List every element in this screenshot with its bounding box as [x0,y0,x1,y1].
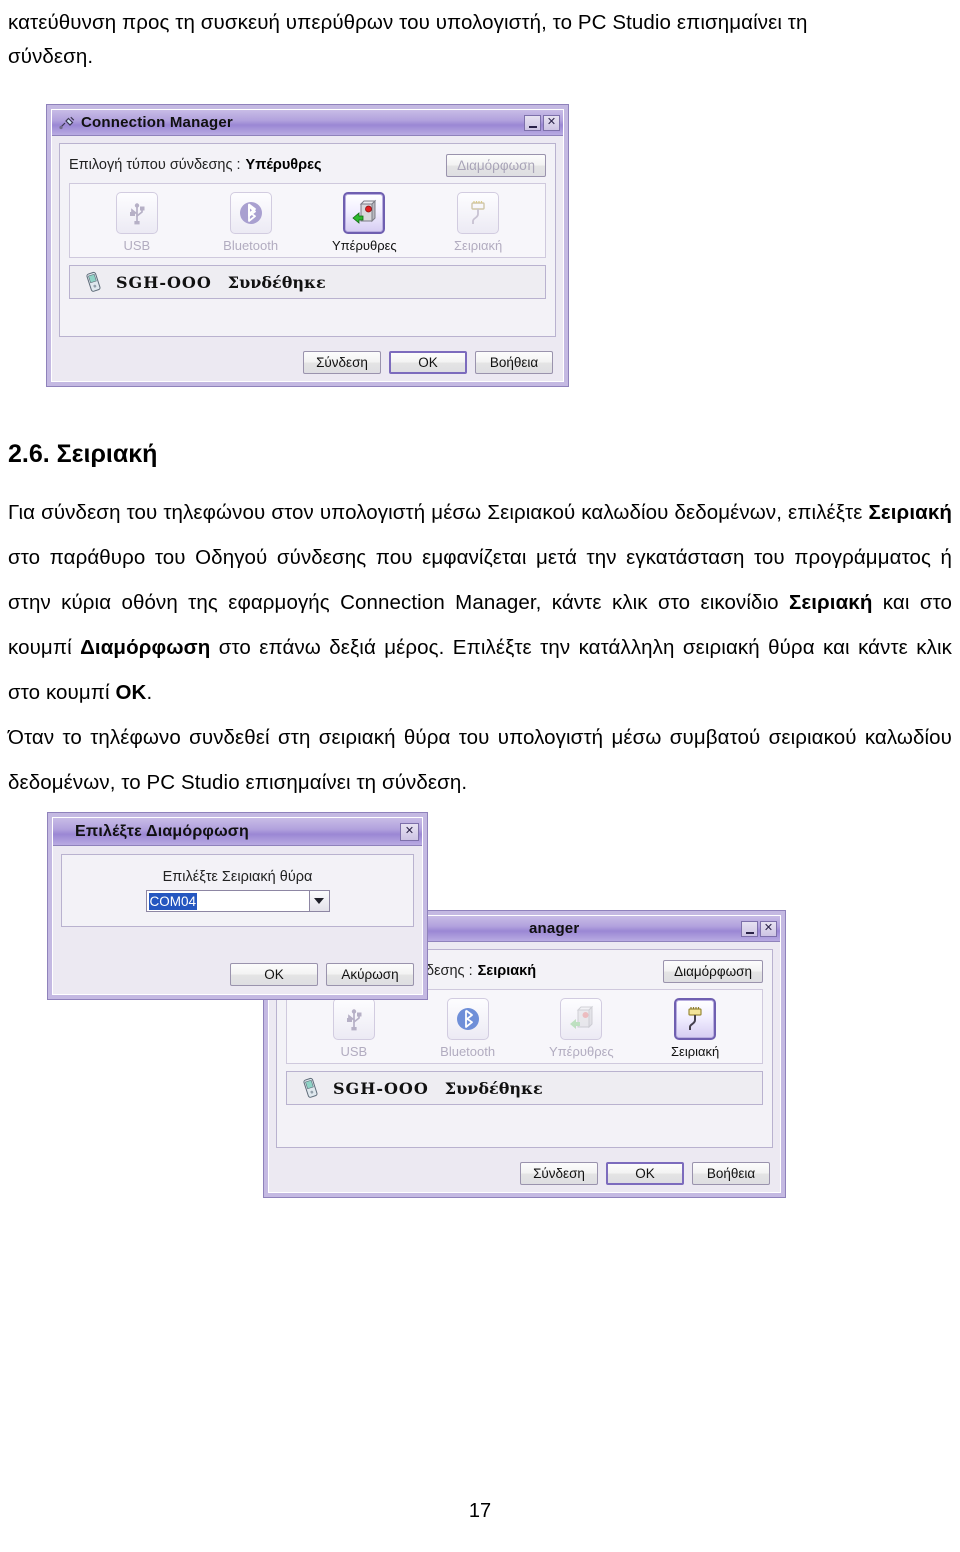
cfg-body: Επιλέξτε Σειριακή θύρα COM04 [53,846,422,957]
cm2-title: anager [529,920,580,937]
close-icon[interactable]: ✕ [400,822,419,841]
mobile-phone-icon [84,271,102,293]
help-button[interactable]: Βοήθεια [475,351,553,374]
connection-plug-icon [58,115,76,131]
cfg-title: Επιλέξτε Διαμόρφωση [75,822,249,840]
bluetooth-icon[interactable] [446,998,489,1040]
cm2-icon-cell-serial[interactable]: Σειριακή [659,998,731,1059]
document-page: κατεύθυνση προς τη συσκευή υπερύθρων του… [0,0,960,1552]
cm1-device-row[interactable]: SGH-OOO Συνδέθηκε [69,265,546,299]
infrared-icon[interactable] [343,192,386,234]
p1-bold-configure: Διαμόρφωση [80,636,211,659]
cm2-device-row[interactable]: SGH-OOO Συνδέθηκε [286,1071,763,1105]
cfg-panel: Επιλέξτε Σειριακή θύρα COM04 [61,854,414,927]
cm1-panel: Επιλογή τύπου σύνδεσης : Υπέρυθρες Διαμό… [59,143,556,337]
cm1-device-name: SGH-OOO [116,272,212,292]
close-icon[interactable]: ✕ [543,114,560,131]
ok-button[interactable]: OK [389,351,467,374]
cm2-icon-label-serial: Σειριακή [671,1044,720,1059]
cm2-icon-cell-usb[interactable]: USB [318,998,390,1059]
cm2-footer-buttons: Σύνδεση OK Βοήθεια [269,1155,780,1192]
cm1-icon-label-infrared: Υπέρυθρες [332,238,397,253]
select-configuration-dialog[interactable]: Επιλέξτε Διαμόρφωση ✕ Επιλέξτε Σειριακή … [47,812,428,1000]
configure-button[interactable]: Διαμόρφωση [446,153,546,177]
top-paragraph-line2: σύνδεση. [8,34,952,79]
cm2-icon-cell-bluetooth[interactable]: Bluetooth [432,998,504,1059]
cm2-connection-type-value: Σειριακή [477,963,537,979]
page-number-text: 17 [468,1500,492,1522]
bluetooth-icon[interactable] [229,192,272,234]
cm1-device-status: Συνδέθηκε [227,272,326,292]
p2-text: Όταν το τηλέφωνο συνδεθεί στη σειριακή θ… [8,726,952,794]
page-number: 17 [0,1500,960,1523]
cm1-icon-cell-bluetooth[interactable]: Bluetooth [215,192,287,253]
help-button[interactable]: Βοήθεια [692,1162,770,1185]
minimize-button[interactable] [741,920,758,937]
cfg-window-buttons: ✕ [400,822,419,841]
cm2-device-status: Συνδέθηκε [444,1078,543,1098]
cm2-icon-label-usb: USB [340,1044,368,1059]
minimize-button[interactable] [524,114,541,131]
cm1-icon-cell-usb[interactable]: USB [101,192,173,253]
cm1-titlebar[interactable]: Connection Manager ✕ [52,110,563,136]
p1-seg5: . [146,681,153,704]
cancel-button[interactable]: Ακύρωση [326,963,414,986]
configure-button[interactable]: Διαμόρφωση [663,959,763,983]
infrared-icon[interactable] [560,998,603,1040]
connect-button[interactable]: Σύνδεση [303,351,381,374]
cfg-inner: Επιλέξτε Διαμόρφωση ✕ Επιλέξτε Σειριακή … [52,817,423,995]
cm1-inner: Connection Manager ✕ Επιλογή τύπου σύνδε… [51,109,564,382]
top-paragraph-line1-text: κατεύθυνση προς τη συσκευή υπερύθρων του… [8,11,808,34]
cm1-connection-type-label: Επιλογή τύπου σύνδεσης : [69,157,241,173]
cfg-footer-buttons: OK Ακύρωση [53,957,422,994]
mobile-phone-icon [301,1077,319,1099]
cm1-footer-buttons: Σύνδεση OK Βοήθεια [52,344,563,381]
cm1-icon-label-serial: Σειριακή [454,238,503,253]
connect-button[interactable]: Σύνδεση [520,1162,598,1185]
body-paragraph-2: Όταν το τηλέφωνο συνδεθεί στη σειριακή θ… [8,715,952,805]
cm1-icon-cell-serial[interactable]: Σειριακή [442,192,514,253]
p1-bold-serial-2: Σειριακή [788,591,873,614]
page-heading-text: 2.6. Σειριακή [8,440,158,468]
serial-port-combobox[interactable]: COM04 [145,890,330,912]
serial-port-icon[interactable] [457,192,500,234]
page-heading: 2.6. Σειριακή [8,440,157,469]
usb-icon[interactable] [115,192,158,234]
cm1-connection-type-value: Υπέρυθρες [245,157,322,173]
top-paragraph-line2-text: σύνδεση. [8,45,94,68]
ok-button[interactable]: OK [230,963,318,986]
connection-manager-window-infrared[interactable]: Connection Manager ✕ Επιλογή τύπου σύνδε… [46,104,569,387]
p1-bold-serial-1: Σειριακή [868,501,952,524]
cfg-titlebar[interactable]: Επιλέξτε Διαμόρφωση ✕ [53,818,422,846]
cm2-window-buttons: ✕ [741,920,777,937]
cm1-body: Επιλογή τύπου σύνδεσης : Υπέρυθρες Διαμό… [52,136,563,344]
usb-icon[interactable] [332,998,375,1040]
cm2-icon-cell-infrared[interactable]: Υπέρυθρες [545,998,617,1059]
body-paragraph-1: Για σύνδεση του τηλεφώνου στον υπολογιστ… [8,490,952,715]
ok-button[interactable]: OK [606,1162,684,1185]
cm2-icon-label-bluetooth: Bluetooth [440,1044,496,1059]
cm1-connection-icon-strip: USB Bluetooth Υπέρυθρες Σειριακή [69,183,546,258]
close-icon[interactable]: ✕ [760,920,777,937]
serial-port-label: Επιλέξτε Σειριακή θύρα [162,869,313,885]
cm1-title: Connection Manager [81,114,233,131]
cm2-icon-label-infrared: Υπέρυθρες [549,1044,614,1059]
cm1-icon-label-bluetooth: Bluetooth [223,238,279,253]
serial-port-icon[interactable] [674,998,717,1040]
cm1-icon-cell-infrared[interactable]: Υπέρυθρες [328,192,400,253]
cm1-connection-type-row: Επιλογή τύπου σύνδεσης : Υπέρυθρες Διαμό… [69,152,546,178]
cm2-connection-type-label: δεσης : [426,963,473,979]
p1-seg1: Για σύνδεση του τηλεφώνου στον υπολογιστ… [8,501,869,524]
serial-port-combobox-value[interactable]: COM04 [147,891,309,911]
cm2-device-name: SGH-OOO [333,1078,429,1098]
cm1-window-buttons: ✕ [524,114,560,131]
p1-bold-ok: OK [115,681,147,704]
chevron-down-icon[interactable] [308,891,329,911]
cm1-icon-label-usb: USB [123,238,151,253]
cm2-connection-icon-strip: USB Bluetooth Υπέρυθρες Σειριακή [286,989,763,1064]
